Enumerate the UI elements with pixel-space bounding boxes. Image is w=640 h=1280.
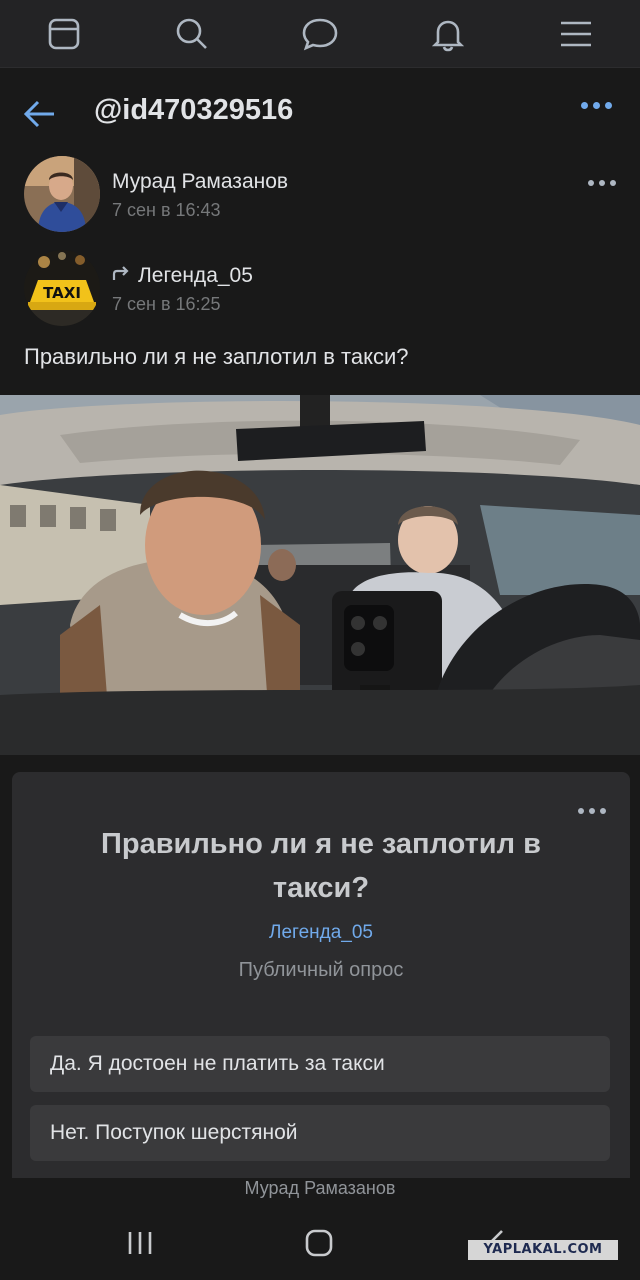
more-dots-icon bbox=[588, 180, 594, 186]
page-header: @id470329516 bbox=[0, 78, 640, 148]
repost-icon bbox=[112, 264, 130, 288]
arrow-left-icon bbox=[23, 100, 54, 128]
more-dot bbox=[589, 808, 595, 814]
page-title: @id470329516 bbox=[94, 94, 294, 126]
top-navigation-bar bbox=[0, 0, 640, 68]
poll-option-no[interactable]: Нет. Поступок шерстяной bbox=[30, 1105, 610, 1161]
more-dot bbox=[593, 102, 600, 109]
author-name[interactable]: Мурад Рамазанов bbox=[112, 170, 288, 194]
post-text: Правильно ли я не заплотил в такси? bbox=[24, 344, 409, 369]
bottom-caption: Мурад Рамазанов bbox=[0, 1178, 640, 1206]
feed-icon bbox=[48, 18, 80, 49]
poll-title: Правильно ли я не заплотил в такси? bbox=[101, 828, 541, 904]
more-dots-icon bbox=[578, 808, 584, 814]
menu-icon bbox=[561, 21, 591, 46]
post-more-button[interactable] bbox=[588, 180, 616, 186]
poll-more-button[interactable] bbox=[578, 808, 606, 814]
more-dot bbox=[600, 808, 606, 814]
car-interior-image bbox=[0, 395, 640, 755]
menu-button[interactable] bbox=[546, 4, 606, 64]
post-photo[interactable] bbox=[0, 395, 640, 755]
repost-avatar[interactable]: TAXI bbox=[24, 250, 100, 326]
bell-icon bbox=[431, 20, 465, 51]
search-button[interactable] bbox=[162, 4, 222, 64]
back-button[interactable] bbox=[22, 96, 58, 132]
taxi-sign-text: TAXI bbox=[43, 284, 81, 302]
poll-author-link[interactable]: Легенда_05 bbox=[12, 922, 630, 944]
more-dots-icon bbox=[581, 102, 588, 109]
messages-icon bbox=[302, 18, 338, 50]
author-avatar[interactable] bbox=[24, 156, 100, 232]
messages-button[interactable] bbox=[290, 4, 350, 64]
poll-type: Публичный опрос bbox=[238, 959, 404, 981]
post-date: 7 сен в 16:43 bbox=[112, 200, 221, 220]
more-dot bbox=[610, 180, 616, 186]
watermark: YAPLAKAL.COM bbox=[468, 1240, 618, 1260]
author-avatar-image bbox=[24, 156, 100, 232]
feed-button[interactable] bbox=[34, 4, 94, 64]
search-icon bbox=[176, 18, 207, 49]
more-dot bbox=[605, 102, 612, 109]
home-icon[interactable] bbox=[304, 1228, 334, 1258]
repost-date: 7 сен в 16:25 bbox=[112, 294, 221, 314]
repost-source: TAXI Легенда_05 7 сен в 16:25 bbox=[24, 250, 624, 330]
more-options-button[interactable] bbox=[581, 102, 612, 109]
repost-name-row[interactable]: Легенда_05 bbox=[112, 264, 253, 288]
recent-apps-icon[interactable] bbox=[126, 1230, 154, 1256]
notifications-button[interactable] bbox=[418, 4, 478, 64]
poll-card: Правильно ли я не заплотил в такси? Леге… bbox=[12, 772, 630, 1182]
poll-option-yes[interactable]: Да. Я достоен не платить за такси bbox=[30, 1036, 610, 1092]
taxi-sign-image: TAXI bbox=[24, 250, 100, 326]
repost-name: Легенда_05 bbox=[138, 264, 253, 287]
post-author: Мурад Рамазанов 7 сен в 16:43 bbox=[24, 156, 624, 236]
more-dot bbox=[599, 180, 605, 186]
